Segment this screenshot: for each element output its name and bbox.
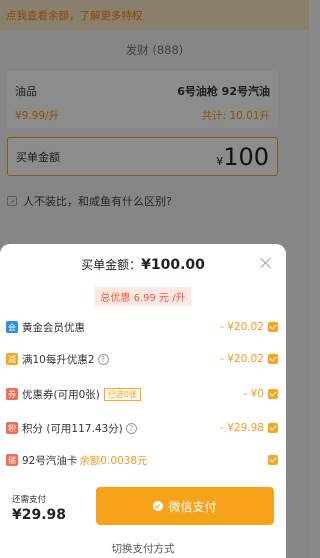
item-label: 92号汽油卡 [22,454,78,467]
coupon-selected-tag[interactable]: 已选0张 [103,387,141,401]
wechat-pay-button[interactable]: 微信支付 [96,487,274,525]
help-icon[interactable]: ? [97,353,109,365]
reduction-badge-icon: 减 [6,353,18,365]
pay-button-label: 微信支付 [168,499,217,514]
sheet-title: 买单金额：¥100.00 [0,256,286,273]
item-label: 积分 (可用117.43分) [22,422,123,435]
fuel-card-balance: 余额0.0038元 [79,454,148,467]
checkbox-icon[interactable] [268,423,278,433]
coupon-badge-icon: 券 [6,388,18,400]
member-badge-icon: 会 [6,321,18,333]
discount-item-points[interactable]: 积 积分 (可用117.43分) ? - ¥29.98 [6,419,278,437]
discount-item-fuel-card[interactable]: 储 92号汽油卡 余额0.0038元 [6,451,278,469]
discount-item-coupon[interactable]: 券 优惠券(可用0张) 已选0张 - ¥0 [6,385,278,403]
item-value: - ¥20.02 [220,353,264,365]
check-circle-icon [153,501,164,511]
pay-amount: ¥29.98 [12,507,67,523]
points-badge-icon: 积 [6,422,18,434]
sheet-title-amount: ¥100.00 [141,257,205,273]
checkbox-icon[interactable] [268,455,278,465]
item-value: - ¥20.02 [220,321,264,333]
close-icon[interactable] [260,257,272,269]
discount-item-full-reduction[interactable]: 减 满10每升优惠2 ? - ¥20.02 [6,350,278,368]
switch-payment-method[interactable]: 切换支付方式 [0,541,286,556]
item-label: 满10每升优惠2 [22,353,95,366]
pay-label: 还需支付 [12,495,47,505]
discount-item-member[interactable]: 会 黄金会员优惠 - ¥20.02 [6,318,278,336]
help-icon[interactable]: ? [125,422,137,434]
item-value: - ¥0 [243,388,265,400]
fuel-card-badge-icon: 储 [6,454,18,466]
item-label: 黄金会员优惠 [22,321,85,334]
total-discount-badge: 总优惠 6.99 元 /升 [94,287,192,306]
item-label: 优惠券(可用0张) [22,388,100,401]
checkbox-icon[interactable] [268,354,278,364]
checkbox-icon[interactable] [268,322,278,332]
sheet-title-prefix: 买单金额： [81,258,142,272]
item-value: - ¥29.98 [220,422,264,434]
checkbox-icon[interactable] [268,389,278,399]
